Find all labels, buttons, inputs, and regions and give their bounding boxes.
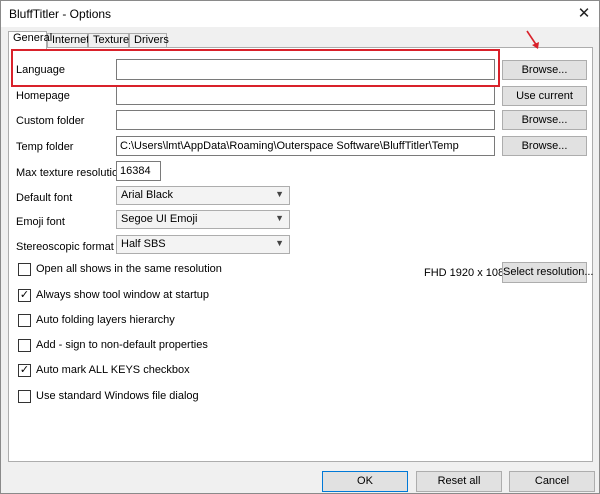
checkbox-label: Always show tool window at startup bbox=[36, 289, 210, 301]
temp-folder-field[interactable]: C:\Users\lmt\AppData\Roaming\Outerspace … bbox=[116, 136, 495, 156]
tab-textures[interactable]: Textures bbox=[88, 33, 135, 48]
stereoscopic-value: Half SBS bbox=[121, 238, 166, 250]
window-title: BluffTitler - Options bbox=[9, 7, 112, 21]
emoji-font-label: Emoji font bbox=[16, 216, 65, 228]
max-texture-label: Max texture resolution bbox=[16, 167, 125, 179]
default-font-label: Default font bbox=[16, 192, 73, 204]
checkbox[interactable]: ✓ bbox=[18, 289, 31, 302]
checkmark-icon: ✓ bbox=[19, 364, 30, 376]
emoji-font-value: Segoe UI Emoji bbox=[121, 213, 198, 225]
use-current-button[interactable]: Use current bbox=[502, 86, 587, 106]
select-resolution-button[interactable]: Select resolution... bbox=[502, 262, 594, 283]
resolution-text: FHD 1920 x 1080 bbox=[424, 267, 511, 279]
max-texture-field[interactable]: 16384 bbox=[116, 161, 161, 181]
checkbox[interactable] bbox=[18, 263, 31, 276]
close-icon[interactable]: ✕ bbox=[569, 1, 599, 27]
checkbox[interactable]: ✓ bbox=[18, 364, 31, 377]
custom-folder-field[interactable] bbox=[116, 110, 495, 130]
language-label: Language bbox=[16, 64, 65, 76]
emoji-font-select[interactable]: Segoe UI Emoji ▼ bbox=[116, 210, 290, 229]
custom-folder-label: Custom folder bbox=[16, 115, 85, 127]
stereoscopic-select[interactable]: Half SBS ▼ bbox=[116, 235, 290, 254]
default-font-value: Arial Black bbox=[121, 189, 173, 201]
tab-internet[interactable]: Internet bbox=[47, 33, 89, 48]
language-field[interactable] bbox=[116, 59, 495, 80]
reset-all-button[interactable]: Reset all bbox=[416, 471, 502, 492]
temp-folder-label: Temp folder bbox=[16, 141, 74, 153]
chevron-down-icon: ▼ bbox=[275, 213, 284, 223]
checkbox-label: Add - sign to non-default properties bbox=[36, 339, 208, 351]
chevron-down-icon: ▼ bbox=[275, 238, 284, 248]
checkbox[interactable] bbox=[18, 339, 31, 352]
tab-general[interactable]: General bbox=[8, 31, 52, 49]
pointer-arrow-icon bbox=[526, 30, 539, 49]
tab-drivers[interactable]: Drivers bbox=[129, 33, 169, 48]
checkbox-label: Open all shows in the same resolution bbox=[36, 263, 222, 275]
title-bar: BluffTitler - Options ✕ bbox=[1, 1, 599, 27]
checkmark-icon: ✓ bbox=[19, 289, 30, 301]
language-browse-button[interactable]: Browse... bbox=[502, 60, 587, 80]
checkbox[interactable] bbox=[18, 314, 31, 327]
options-dialog: BluffTitler - Options ✕ General Internet… bbox=[0, 0, 600, 494]
ok-button[interactable]: OK bbox=[322, 471, 408, 492]
homepage-label: Homepage bbox=[16, 90, 70, 102]
stereoscopic-label: Stereoscopic format bbox=[16, 241, 114, 253]
cancel-button[interactable]: Cancel bbox=[509, 471, 595, 492]
custom-folder-browse-button[interactable]: Browse... bbox=[502, 110, 587, 130]
checkbox-label: Use standard Windows file dialog bbox=[36, 390, 199, 402]
homepage-field[interactable] bbox=[116, 85, 495, 105]
checkbox-label: Auto mark ALL KEYS checkbox bbox=[36, 364, 190, 376]
checkbox-label: Auto folding layers hierarchy bbox=[36, 314, 175, 326]
default-font-select[interactable]: Arial Black ▼ bbox=[116, 186, 290, 205]
checkbox[interactable] bbox=[18, 390, 31, 403]
chevron-down-icon: ▼ bbox=[275, 189, 284, 199]
temp-folder-browse-button[interactable]: Browse... bbox=[502, 136, 587, 156]
